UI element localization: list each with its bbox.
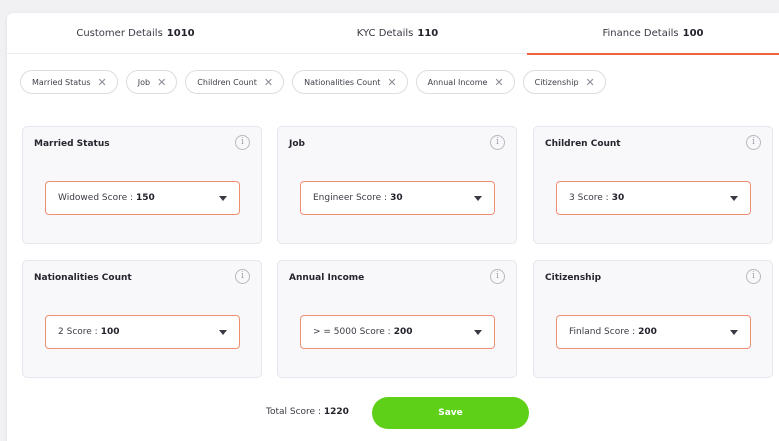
panel-nationalities-count: Nationalities Count i 2 Score :100 (22, 260, 262, 378)
select-score-label: Score : (604, 327, 636, 337)
info-icon[interactable]: i (746, 135, 761, 150)
job-select[interactable]: Engineer Score :30 (300, 181, 495, 215)
chevron-down-icon (730, 330, 738, 335)
chevron-down-icon (219, 196, 227, 201)
tab-label: KYC Details (356, 28, 414, 39)
select-option: Engineer (313, 193, 354, 203)
select-option: 2 (58, 327, 64, 337)
filter-chip-list: Married Status ✕ Job ✕ Children Count ✕ … (20, 70, 606, 94)
panel-citizenship: Citizenship i Finland Score :200 (533, 260, 773, 378)
close-icon[interactable]: ✕ (586, 77, 595, 88)
chevron-down-icon (474, 196, 482, 201)
chevron-down-icon (219, 330, 227, 335)
select-score: 200 (393, 327, 413, 337)
chip-label: Children Count (197, 77, 257, 87)
tab-finance-details[interactable]: Finance Details 100 (527, 13, 779, 55)
form-footer: Total Score : 1220 Save (7, 397, 779, 431)
panel-title: Citizenship (545, 273, 602, 283)
chip-label: Citizenship (534, 77, 579, 87)
chip-label: Job (137, 77, 151, 87)
panel-title: Married Status (34, 139, 110, 149)
panel-children-count: Children Count i 3 Score :30 (533, 126, 773, 244)
info-icon[interactable]: i (490, 135, 505, 150)
select-score-label: Score : (355, 193, 388, 203)
nationalities-count-select[interactable]: 2 Score :100 (45, 315, 240, 349)
info-icon[interactable]: i (746, 269, 761, 284)
save-button[interactable]: Save (372, 397, 529, 429)
tab-label: Finance Details (602, 28, 679, 39)
tab-bar: Customer Details 1010 KYC Details 110 Fi… (7, 13, 779, 55)
panel-title: Children Count (545, 139, 621, 149)
chip-children-count: Children Count ✕ (185, 70, 285, 94)
select-option: 3 (569, 193, 575, 203)
total-score: Total Score : 1220 (266, 407, 349, 417)
select-option: Finland (569, 327, 602, 337)
select-score-label: Score : (577, 193, 609, 203)
select-score: 30 (611, 193, 625, 203)
chip-job: Job ✕ (125, 70, 178, 94)
select-score-label: Score : (66, 327, 98, 337)
chip-label: Annual Income (427, 77, 488, 87)
chip-annual-income: Annual Income ✕ (415, 70, 515, 94)
tab-label: Customer Details (76, 28, 163, 39)
citizenship-select[interactable]: Finland Score :200 (556, 315, 751, 349)
tab-count: 100 (682, 28, 704, 39)
chip-married-status: Married Status ✕ (20, 70, 118, 94)
panel-title: Annual Income (289, 273, 365, 283)
chip-label: Nationalities Count (304, 77, 381, 87)
chevron-down-icon (474, 330, 482, 335)
total-score-value: 1220 (323, 407, 349, 417)
chevron-down-icon (730, 196, 738, 201)
info-icon[interactable]: i (490, 269, 505, 284)
panel-title: Nationalities Count (34, 273, 132, 283)
select-score-label: Score : (101, 193, 134, 203)
close-icon[interactable]: ✕ (98, 77, 107, 88)
select-score: 30 (390, 193, 403, 203)
close-icon[interactable]: ✕ (494, 77, 503, 88)
panel-title: Job (289, 139, 305, 149)
select-score-label: Score : (359, 327, 391, 337)
chip-nationalities-count: Nationalities Count ✕ (292, 70, 408, 94)
panel-job: Job i Engineer Score :30 (277, 126, 517, 244)
close-icon[interactable]: ✕ (157, 77, 166, 88)
select-score: 200 (638, 327, 657, 337)
panel-annual-income: Annual Income i > = 5000 Score :200 (277, 260, 517, 378)
chip-label: Married Status (32, 77, 91, 87)
tab-kyc-details[interactable]: KYC Details 110 (269, 13, 526, 54)
info-icon[interactable]: i (235, 269, 250, 284)
children-count-select[interactable]: 3 Score :30 (556, 181, 751, 215)
finance-details-card: Customer Details 1010 KYC Details 110 Fi… (7, 13, 779, 441)
close-icon[interactable]: ✕ (264, 77, 273, 88)
close-icon[interactable]: ✕ (387, 77, 396, 88)
select-option: Widowed (58, 193, 100, 203)
tab-count: 110 (417, 28, 439, 39)
total-score-label: Total Score : (266, 407, 321, 417)
annual-income-select[interactable]: > = 5000 Score :200 (300, 315, 495, 349)
select-score: 100 (100, 327, 120, 337)
chip-citizenship: Citizenship ✕ (522, 70, 606, 94)
select-option: > = 5000 (313, 327, 357, 337)
panel-married-status: Married Status i Widowed Score :150 (22, 126, 262, 244)
tab-count: 1010 (166, 28, 195, 39)
select-score: 150 (136, 193, 155, 203)
info-icon[interactable]: i (235, 135, 250, 150)
tab-customer-details[interactable]: Customer Details 1010 (7, 13, 264, 54)
married-status-select[interactable]: Widowed Score :150 (45, 181, 240, 215)
